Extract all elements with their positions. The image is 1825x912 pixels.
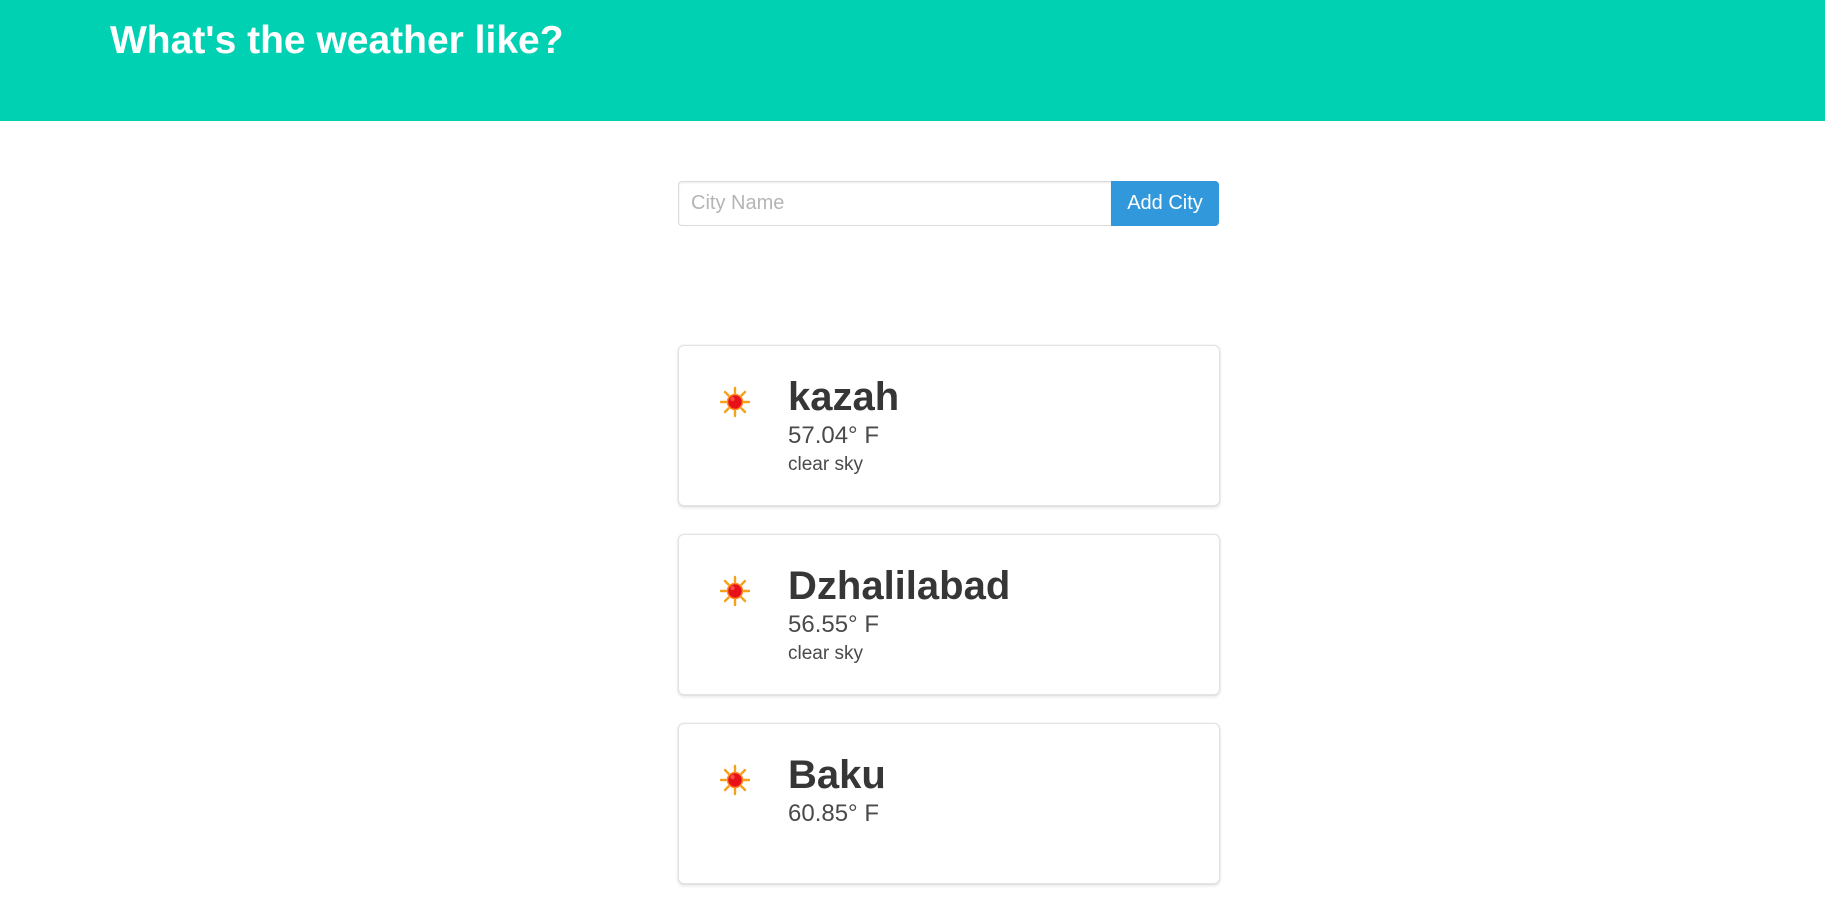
city-weather-info: kazah 57.04° F clear sky [788,373,899,477]
city-temperature: 56.55° F [788,611,879,638]
city-name-input[interactable] [678,181,1111,226]
city-weather-info: Baku 60.85° F [788,751,886,831]
city-weather-card: Dzhalilabad 56.55° F clear sky [678,534,1220,695]
city-name: Baku [788,753,886,797]
city-weather-description: clear sky [788,454,863,475]
hero-header: What's the weather like? [0,0,1825,121]
add-city-button[interactable]: Add City [1111,181,1219,226]
city-weather-list: kazah 57.04° F clear sky Dzhalilabad 56.… [678,345,1220,912]
city-weather-info: Dzhalilabad 56.55° F clear sky [788,562,1010,666]
city-name: Dzhalilabad [788,564,1011,608]
city-weather-description: clear sky [788,643,863,664]
city-weather-card: kazah 57.04° F clear sky [678,345,1220,506]
add-city-form: Add City [678,181,1219,226]
city-temperature: 60.85° F [788,800,879,827]
city-weather-card: Baku 60.85° F [678,723,1220,884]
city-temperature: 57.04° F [788,422,879,449]
page-title: What's the weather like? [110,19,564,62]
sun-icon [719,575,751,607]
city-name: kazah [788,375,900,419]
sun-icon [719,764,751,796]
sun-icon [719,386,751,418]
